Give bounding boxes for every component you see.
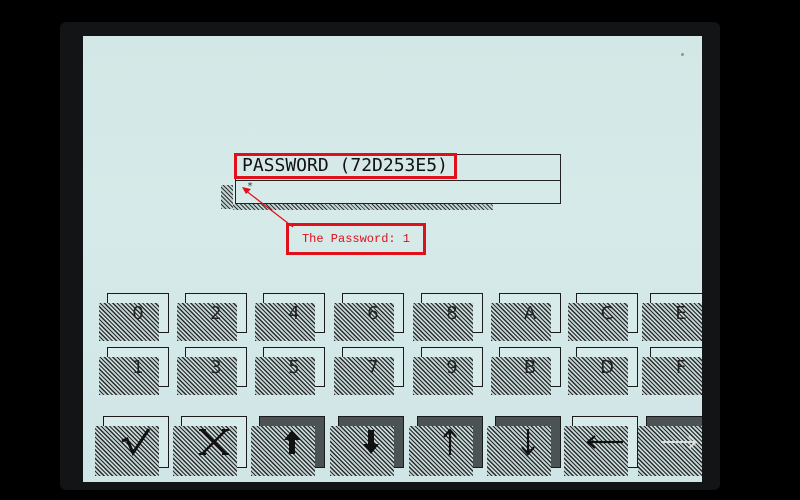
password-label: PASSWORD (72D253E5) — [234, 153, 457, 179]
key-b[interactable]: B — [491, 347, 561, 395]
key-8[interactable]: 8 — [413, 293, 483, 341]
next-button[interactable] — [638, 416, 702, 476]
field-divider — [236, 180, 560, 181]
screen-speck — [681, 53, 684, 56]
key-3[interactable]: 3 — [177, 347, 247, 395]
right-arrow-icon — [659, 432, 699, 452]
key-6[interactable]: 6 — [334, 293, 404, 341]
password-annotation: The Password: 1 — [286, 223, 426, 255]
x-icon — [197, 427, 231, 457]
key-4[interactable]: 4 — [255, 293, 325, 341]
down-arrow-icon — [518, 427, 538, 457]
key-5[interactable]: 5 — [255, 347, 325, 395]
down-button[interactable] — [487, 416, 561, 476]
key-9[interactable]: 9 — [413, 347, 483, 395]
password-field[interactable]: PASSWORD (72D253E5) * — [234, 153, 561, 204]
key-0[interactable]: 0 — [99, 293, 169, 341]
backspace-button[interactable] — [564, 416, 638, 476]
key-2[interactable]: 2 — [177, 293, 247, 341]
key-d[interactable]: D — [568, 347, 638, 395]
left-arrow-icon — [585, 432, 625, 452]
key-c[interactable]: C — [568, 293, 638, 341]
lcd-screen: PASSWORD (72D253E5) * The Password: 1 02… — [83, 36, 702, 482]
field-shadow — [221, 185, 233, 209]
key-1[interactable]: 1 — [99, 347, 169, 395]
key-e[interactable]: E — [642, 293, 702, 341]
cancel-button[interactable] — [173, 416, 247, 476]
page-down-button[interactable] — [330, 416, 404, 476]
key-a[interactable]: A — [491, 293, 561, 341]
bold-up-arrow-icon — [282, 428, 302, 456]
key-7[interactable]: 7 — [334, 347, 404, 395]
key-f[interactable]: F — [642, 347, 702, 395]
password-entry-value: * — [247, 181, 254, 192]
bold-down-arrow-icon — [361, 428, 381, 456]
page-up-button[interactable] — [251, 416, 325, 476]
up-arrow-icon — [440, 427, 460, 457]
checkmark-icon — [118, 427, 154, 457]
confirm-button[interactable] — [95, 416, 169, 476]
field-shadow-bottom — [233, 204, 493, 210]
up-button[interactable] — [409, 416, 483, 476]
